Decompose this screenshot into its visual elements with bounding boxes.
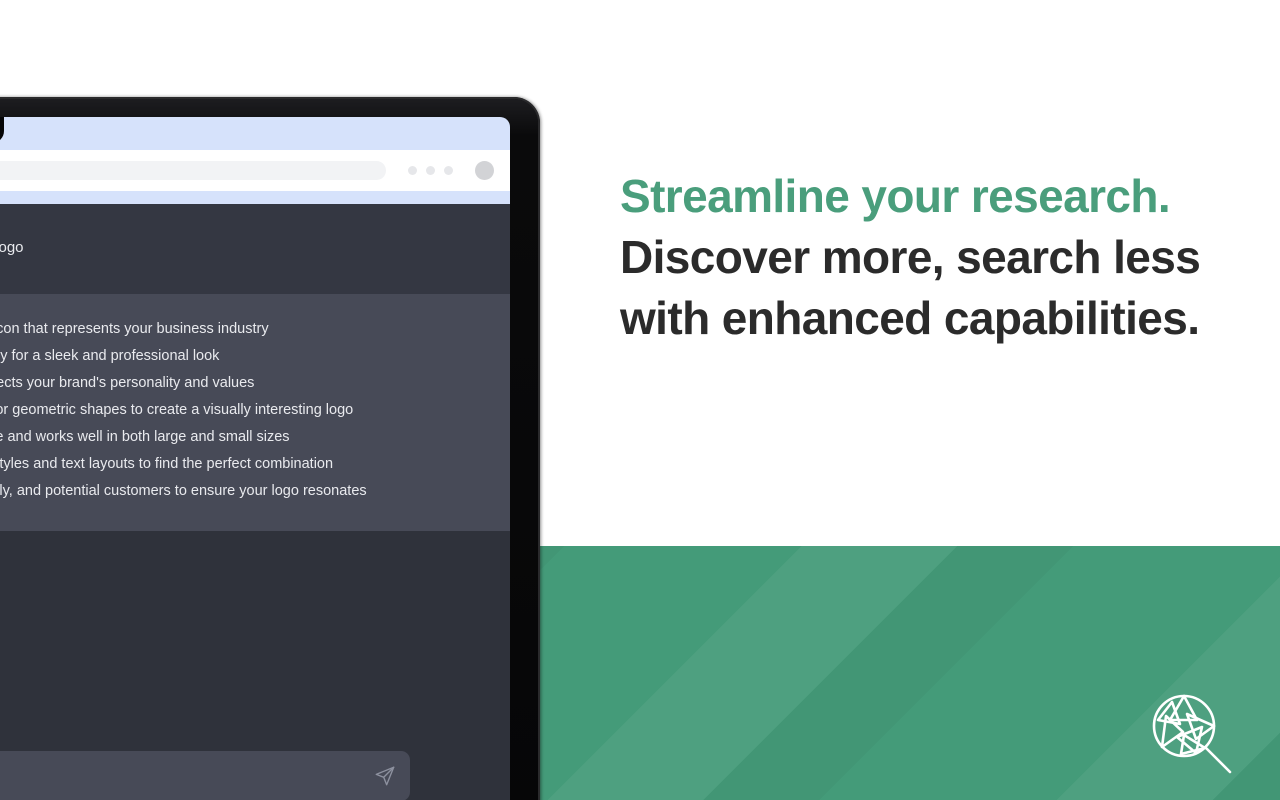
user-message-text: ss logo bbox=[0, 239, 24, 256]
chat-composer[interactable] bbox=[0, 751, 410, 800]
list-item: or icon that represents your business in… bbox=[0, 321, 269, 337]
hero-headline: Streamline your research. Discover more,… bbox=[620, 166, 1240, 349]
browser-bottom-strip bbox=[0, 191, 510, 204]
list-item: amily, and potential customers to ensure… bbox=[0, 483, 367, 499]
paper-plane-icon[interactable] bbox=[374, 765, 396, 787]
headline-accent-line: Streamline your research. bbox=[620, 170, 1171, 222]
list-item: aphy for a sleek and professional look bbox=[0, 348, 220, 364]
avatar[interactable] bbox=[475, 161, 494, 180]
laptop-mockup: ss logo or icon that represents your bus… bbox=[0, 97, 540, 800]
composer-area bbox=[0, 751, 510, 800]
page-root: Streamline your research. Discover more,… bbox=[0, 0, 1280, 800]
browser-menu-dots-icon[interactable] bbox=[408, 166, 453, 175]
page-title: Streamline your research. Discover more,… bbox=[620, 166, 1240, 349]
user-message: ss logo bbox=[0, 204, 510, 294]
address-bar[interactable] bbox=[0, 161, 386, 180]
headline-line-3: with enhanced capabilities. bbox=[620, 292, 1200, 344]
list-item: nt styles and text layouts to find the p… bbox=[0, 456, 334, 472]
list-item: able and works well in both large and sm… bbox=[0, 429, 290, 445]
list-item: reflects your brand's personality and va… bbox=[0, 375, 255, 391]
laptop-screen: ss logo or icon that represents your bus… bbox=[0, 117, 510, 800]
browser-toolbar bbox=[0, 150, 510, 191]
menu-dot bbox=[426, 166, 435, 175]
list-item: ce or geometric shapes to create a visua… bbox=[0, 402, 354, 418]
aperture-magnifier-icon bbox=[1142, 680, 1238, 790]
chat-input[interactable] bbox=[0, 751, 410, 800]
headline-line-2: Discover more, search less bbox=[620, 231, 1201, 283]
browser-tab-bar[interactable] bbox=[0, 117, 510, 150]
menu-dot bbox=[444, 166, 453, 175]
chat-app: ss logo or icon that represents your bus… bbox=[0, 204, 510, 800]
chat-scroll-area bbox=[0, 531, 510, 751]
menu-dot bbox=[408, 166, 417, 175]
assistant-message: or icon that represents your business in… bbox=[0, 294, 510, 531]
assistant-bullet-list: or icon that represents your business in… bbox=[0, 316, 510, 505]
brand-band bbox=[540, 546, 1280, 800]
